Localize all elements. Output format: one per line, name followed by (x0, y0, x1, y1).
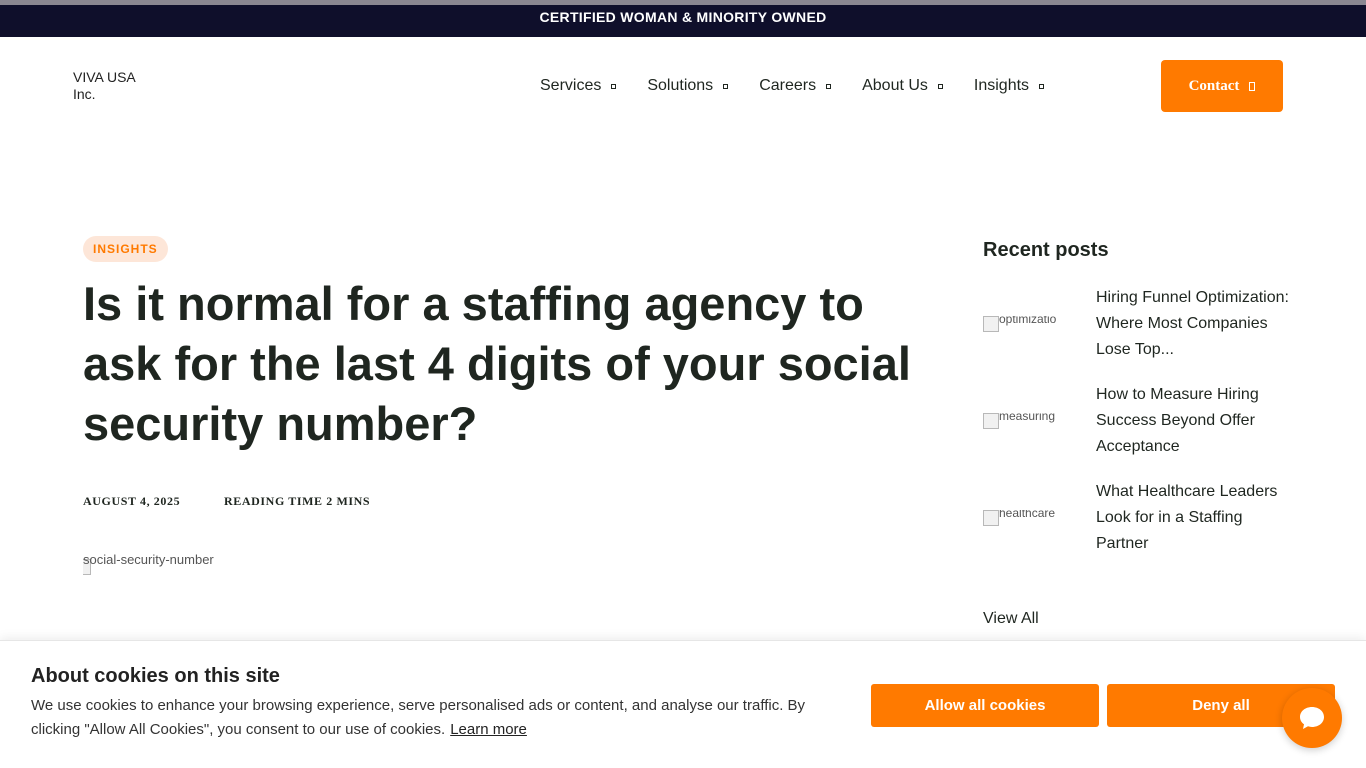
category-badge[interactable]: INSIGHTS (83, 236, 168, 262)
article-title: Is it normal for a staffing agency to as… (83, 277, 911, 450)
nav-item-label: Solutions (647, 77, 714, 94)
contact-button[interactable]: Contact (1161, 60, 1283, 112)
chat-button[interactable] (1282, 688, 1342, 748)
chevron-down-icon (723, 84, 729, 89)
nav-item-label: Insights (973, 77, 1030, 94)
hero-alt-text: social-security-number (83, 553, 214, 567)
post-thumbnail[interactable]: measuring (983, 413, 1083, 439)
recent-post[interactable]: healthcare What Healthcare Leaders Look … (983, 479, 1293, 552)
broken-image-icon (983, 316, 999, 332)
nav-item-label: About Us (862, 77, 928, 94)
nav-item-about-us[interactable]: About Us (862, 76, 943, 96)
arrow-icon (1249, 81, 1256, 91)
chevron-down-icon (826, 84, 832, 89)
cookie-banner: About cookies on this site We use cookie… (0, 640, 1366, 768)
contact-label: Contact (1188, 77, 1240, 94)
chevron-down-icon (1039, 84, 1045, 89)
thumb-alt-text: healthcare (999, 510, 1056, 520)
post-title-link[interactable]: How to Measure Hiring Success Beyond Off… (1096, 382, 1291, 460)
nav-item-careers[interactable]: Careers (759, 76, 832, 96)
announcement-bar: CERTIFIED WOMAN & MINORITY OWNED (0, 5, 1366, 37)
chevron-down-icon (937, 84, 943, 89)
learn-more-link[interactable]: Learn more (450, 721, 527, 738)
article-date: AUGUST 4, 2025 (83, 494, 181, 508)
cookie-text: We use cookies to enhance your browsing … (31, 694, 831, 742)
cookie-heading: About cookies on this site (31, 665, 280, 687)
view-all-link[interactable]: View All (983, 610, 1039, 628)
site-logo[interactable]: VIVA USA Inc. (73, 69, 143, 103)
cookie-body: We use cookies to enhance your browsing … (31, 697, 806, 738)
recent-post[interactable]: optimizatio Hiring Funnel Optimization: … (983, 285, 1293, 358)
recent-posts-heading: Recent posts (983, 239, 1109, 261)
allow-all-cookies-button[interactable]: Allow all cookies (871, 684, 1099, 727)
nav-item-label: Services (540, 77, 602, 94)
main-nav: Services Solutions Careers About Us Insi… (540, 76, 1075, 96)
chat-bubble-icon (1300, 707, 1324, 729)
post-title-link[interactable]: What Healthcare Leaders Look for in a St… (1096, 479, 1291, 557)
thumb-alt-text: measuring (999, 413, 1056, 423)
thumb-alt-text: optimizatio (999, 316, 1057, 326)
broken-image-icon (983, 413, 999, 429)
post-thumbnail[interactable]: healthcare (983, 510, 1083, 536)
nav-item-label: Careers (759, 77, 817, 94)
post-thumbnail[interactable]: optimizatio (983, 316, 1083, 342)
nav-item-services[interactable]: Services (540, 76, 617, 96)
recent-post[interactable]: measuring How to Measure Hiring Success … (983, 382, 1293, 455)
logo-alt-text: VIVA USA Inc. (73, 69, 135, 102)
reading-time: READING TIME 2 MINS (224, 494, 371, 508)
hero-image: social-security-number (83, 553, 214, 575)
chevron-down-icon (611, 84, 617, 89)
broken-image-icon (983, 510, 999, 526)
nav-item-solutions[interactable]: Solutions (647, 76, 729, 96)
nav-item-insights[interactable]: Insights (973, 76, 1045, 96)
post-title-link[interactable]: Hiring Funnel Optimization: Where Most C… (1096, 285, 1291, 363)
